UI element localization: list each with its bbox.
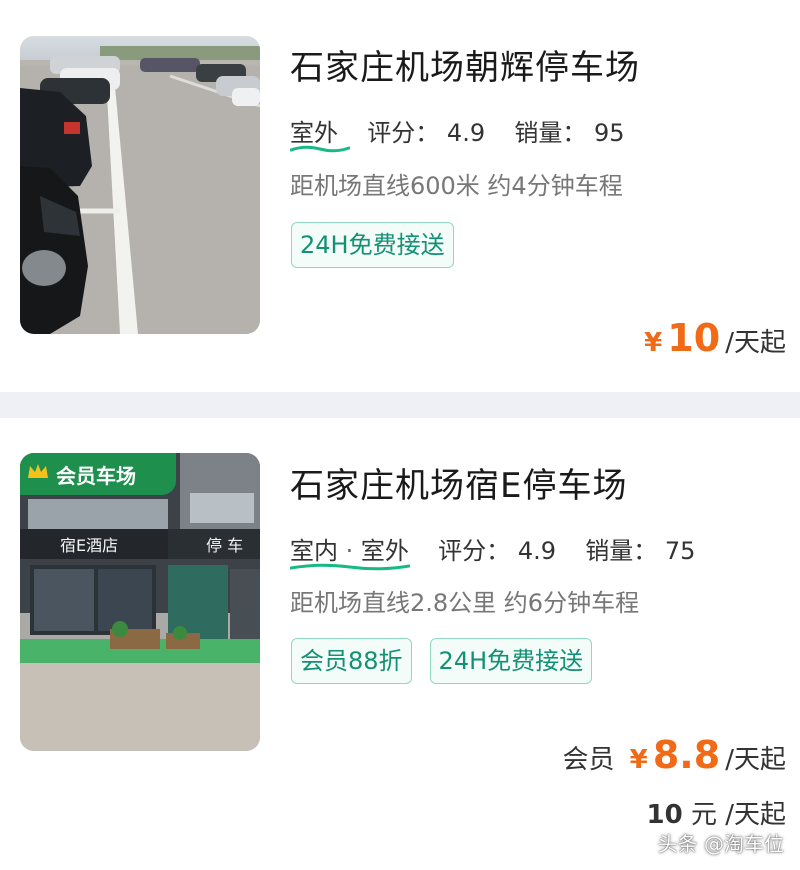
price-amount: 8.8 [652,733,721,777]
price: ¥ 10 /天起 [644,316,786,360]
feature-badges: 会员88折 24H免费接送 [291,638,593,684]
underline-wave-icon [290,563,410,571]
parking-card[interactable]: 石家庄机场朝辉停车场 室外 评分： 4.9 销量： 95 距机场直线600米 约… [0,0,800,392]
member-lot-label: 会员车场 [56,463,136,488]
rating-value: 4.9 [446,119,486,147]
location-separator: · [338,537,361,565]
price-amount: 10 [667,316,721,360]
original-price: 10 元 /天起 [647,794,786,831]
parking-title[interactable]: 石家庄机场朝辉停车场 [290,40,640,89]
member-price: 会员 ¥ 8.8 /天起 [563,733,786,777]
underline-wave-icon [290,145,350,153]
location-type-tag: 室外 [290,113,350,153]
member-price-label: 会员 [562,745,615,775]
distance-text: 距机场直线600米 约4分钟车程 [290,172,623,200]
member-discount-badge: 会员88折 [291,638,412,684]
distance-text: 距机场直线2.8公里 约6分钟车程 [290,589,640,617]
sales-label: 销量： [514,119,587,147]
parking-lot-image [20,36,260,334]
price-currency: ¥ [644,328,663,358]
original-price-unit: 元 /天起 [682,800,786,830]
location-type-tag: 室内 · 室外 [290,531,410,571]
crown-icon [26,462,50,487]
member-lot-ribbon: 会员车场 [20,453,176,495]
rating-value: 4.9 [517,537,556,565]
watermark: 头条 @淘车位 [657,832,784,856]
parking-list: 石家庄机场朝辉停车场 室外 评分： 4.9 销量： 95 距机场直线600米 约… [0,0,800,870]
sales-label: 销量： [585,537,658,565]
feature-badges: 24H免费接送 [291,222,454,268]
location-type-label: 室外 [290,119,338,147]
sales-value: 95 [594,119,625,147]
parking-meta: 室外 评分： 4.9 销量： 95 [290,113,625,153]
sales-value: 75 [664,537,696,565]
price-unit: /天起 [725,745,786,775]
price-unit: /天起 [725,328,786,358]
shuttle-badge: 24H免费接送 [291,222,454,268]
location-type-label: 室内 [290,537,338,565]
parking-title[interactable]: 石家庄机场宿E停车场 [290,458,627,507]
shuttle-badge: 24H免费接送 [429,638,593,684]
storefront-sign: 宿E酒店 [60,536,118,555]
parking-meta: 室内 · 室外 评分： 4.9 销量： 75 [290,531,696,571]
rating-label: 评分： [367,119,440,147]
parking-lot-photo[interactable] [20,36,260,334]
storefront-image: 宿E酒店 停 车 [20,453,260,751]
parking-sign: 停 车 [206,536,243,555]
original-price-amount: 10 [646,800,683,830]
price-currency: ¥ [629,745,648,775]
parking-lot-photo[interactable]: 宿E酒店 停 车 会员车场 [20,453,260,751]
rating-label: 评分： [438,537,511,565]
location-type-label: 室外 [360,537,409,565]
